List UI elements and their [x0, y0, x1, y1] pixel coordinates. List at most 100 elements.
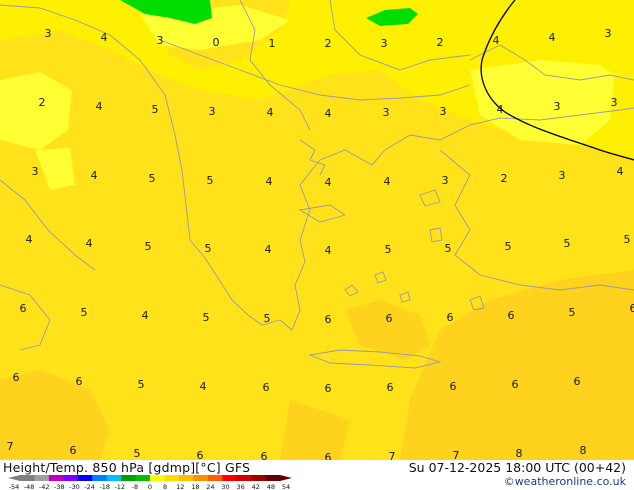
temperature-value: 5 — [385, 243, 392, 256]
credit-link[interactable]: ©weatheronline.co.uk — [504, 475, 626, 488]
temperature-value: 5 — [152, 103, 159, 116]
temperature-value: 5 — [264, 312, 271, 325]
temperature-value: 4 — [325, 176, 332, 189]
temperature-value: 4 — [26, 233, 33, 246]
scale-label: 24 — [206, 483, 214, 490]
temperature-value: 4 — [91, 169, 98, 182]
scale-swatch — [77, 475, 93, 481]
scale-swatch — [265, 475, 281, 481]
temperature-value: 6 — [261, 450, 268, 460]
scale-label: -30 — [69, 483, 80, 490]
temperature-value: 5 — [81, 306, 88, 319]
temperature-value: 7 — [7, 440, 14, 453]
temperature-value: 5 — [134, 447, 141, 460]
temperature-value: 6 — [263, 381, 270, 394]
temperature-value: 5 — [203, 311, 210, 324]
temperature-value: 6 — [574, 375, 581, 388]
temperature-value: 3 — [442, 174, 449, 187]
scale-label: 12 — [176, 483, 184, 490]
scale-swatch — [121, 475, 137, 481]
scale-swatch — [193, 475, 209, 481]
temperature-value: 7 — [453, 449, 460, 460]
scale-label: -24 — [84, 483, 95, 490]
footer-bar: Height/Temp. 850 hPa [gdmp][°C] GFS Su 0… — [0, 460, 634, 490]
color-scale-labels: -54 -48 -42 -38 -30 -24 -18 -12 -8 0 8 12 18 24 30 36 42… — [9, 483, 290, 490]
temperature-value: 6 — [512, 378, 519, 391]
temperature-value: 4 — [325, 244, 332, 257]
temperature-value: 2 — [39, 96, 46, 109]
temperature-value: 4 — [86, 237, 93, 250]
color-scale: -54 -48 -42 -38 -30 -24 -18 -12 -8 0 8 12 18 24 30 36 42… — [8, 475, 292, 490]
temperature-value: 5 — [207, 174, 214, 187]
scale-label: 8 — [163, 483, 167, 490]
temperature-value: 5 — [624, 233, 631, 246]
scale-swatch — [150, 475, 165, 481]
scale-label: 0 — [148, 483, 152, 490]
scale-swatch — [251, 475, 267, 481]
temperature-value: 4 — [384, 175, 391, 188]
scale-label: -54 — [9, 483, 20, 490]
scale-swatch — [207, 475, 223, 481]
temperature-value: 5 — [138, 378, 145, 391]
temperature-value: 5 — [145, 240, 152, 253]
scale-label: -48 — [24, 483, 35, 490]
temperature-value: 5 — [569, 306, 576, 319]
temperature-value: 6 — [386, 312, 393, 325]
temperature-value: 4 — [267, 106, 274, 119]
temperature-value: 3 — [209, 105, 216, 118]
temperature-value: 4 — [617, 165, 624, 178]
color-scale-swatches — [8, 475, 292, 481]
scale-swatch — [92, 475, 108, 481]
temperature-value: 6 — [325, 382, 332, 395]
scale-swatch — [135, 475, 151, 481]
temperature-value: 6 — [13, 371, 20, 384]
scale-swatch — [20, 475, 35, 481]
scale-label: 18 — [191, 483, 199, 490]
temperature-value: 7 — [389, 450, 396, 460]
temperature-value: 5 — [564, 237, 571, 250]
temperature-value: 4 — [325, 107, 332, 120]
scale-label: -38 — [54, 483, 65, 490]
temperature-value: 6 — [508, 309, 515, 322]
temperature-value: 4 — [549, 31, 556, 44]
temperature-value: 2 — [437, 36, 444, 49]
temperature-value: 3 — [611, 96, 618, 109]
scale-label: 36 — [237, 483, 245, 490]
temperature-value: 6 — [325, 451, 332, 460]
temperature-value: 4 — [200, 380, 207, 393]
temperature-value: 5 — [149, 172, 156, 185]
temperature-value: 4 — [493, 34, 500, 47]
scale-label: -8 — [132, 483, 138, 490]
scale-label: 30 — [221, 483, 229, 490]
scale-label: 54 — [282, 483, 290, 490]
temperature-value: 3 — [32, 165, 39, 178]
temperature-value: 4 — [142, 309, 149, 322]
temperature-value: 6 — [387, 381, 394, 394]
temperature-value: 6 — [20, 302, 27, 315]
scale-swatch — [48, 475, 64, 481]
temperature-value: 6 — [76, 375, 83, 388]
temperature-value: 6 — [630, 302, 634, 315]
temperature-value: 5 — [445, 242, 452, 255]
temperature-value: 4 — [265, 243, 272, 256]
scale-swatch — [222, 475, 238, 481]
temperature-value: 1 — [269, 37, 276, 50]
temperature-value: 3 — [383, 106, 390, 119]
temperature-value: 5 — [505, 240, 512, 253]
scale-label: -18 — [99, 483, 110, 490]
temperature-value: 8 — [516, 447, 523, 460]
temperature-value: 3 — [157, 34, 164, 47]
scale-swatch — [106, 475, 122, 481]
scale-label: 48 — [267, 483, 275, 490]
temperature-value: 5 — [205, 242, 212, 255]
scale-swatch — [236, 475, 252, 481]
temperature-value: 6 — [447, 311, 454, 324]
temperature-value: 6 — [70, 444, 77, 457]
temperature-value: 4 — [101, 31, 108, 44]
temperature-value: 6 — [450, 380, 457, 393]
temperature-value: 6 — [325, 313, 332, 326]
forecast-datetime: Su 07-12-2025 18:00 UTC (00+42) — [408, 460, 626, 475]
temperature-value: 3 — [440, 105, 447, 118]
temperature-value: 3 — [605, 27, 612, 40]
map-canvas: 3 4 3 0 1 2 3 2 4 4 3 2 4 5 3 4 4 3 3 4 3 3 3 4 5 5 4 4 4 3 2 3 4 4 4 5 5 4 4 5… — [0, 0, 634, 460]
